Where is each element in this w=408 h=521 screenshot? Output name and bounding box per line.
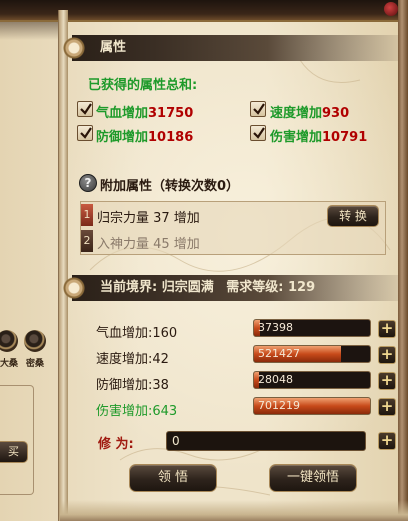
add-cultivation-button[interactable]: + bbox=[378, 432, 396, 450]
orb-label: 密桑 bbox=[26, 359, 45, 369]
add-defense-button[interactable]: + bbox=[378, 372, 396, 390]
summary-defense-label: 防御增加 bbox=[96, 130, 149, 145]
right-frame-edge bbox=[398, 0, 408, 521]
stat-value: 643 bbox=[152, 404, 178, 419]
stat-label: 气血增加: bbox=[96, 326, 153, 341]
parchment-bottom-curl bbox=[60, 500, 408, 521]
summary-hp-label: 气血增加 bbox=[96, 106, 149, 121]
buy-button[interactable]: 买 bbox=[0, 441, 28, 463]
cultivation-field: 0 bbox=[166, 431, 366, 451]
progress-text: 28048 bbox=[258, 373, 293, 386]
speed-checkbox[interactable] bbox=[250, 101, 266, 117]
cultivation-label: 修 为: bbox=[98, 437, 134, 452]
header-ornament-icon bbox=[62, 36, 86, 60]
add-speed-button[interactable]: + bbox=[378, 346, 396, 364]
stat-value: 160 bbox=[152, 326, 178, 341]
stat-value: 38 bbox=[152, 378, 169, 393]
checkmark-icon bbox=[80, 127, 92, 139]
hp-progress-bar: 37398 bbox=[253, 319, 371, 337]
list-item[interactable]: 2 入神力量 45 增加 bbox=[81, 228, 385, 254]
realm-name: 归宗圆满 bbox=[161, 280, 214, 295]
add-hp-button[interactable]: + bbox=[378, 320, 396, 338]
checkmark-icon bbox=[80, 103, 92, 115]
stat-value: 42 bbox=[152, 352, 169, 367]
speed-progress-bar: 521427 bbox=[253, 345, 371, 363]
one-click-comprehend-button[interactable]: 一键领悟 bbox=[269, 464, 357, 492]
convert-button[interactable]: 转 换 bbox=[327, 205, 379, 227]
left-panel-frame bbox=[0, 385, 34, 495]
hp-checkbox[interactable] bbox=[77, 101, 93, 117]
list-item-index: 1 bbox=[81, 204, 93, 226]
damage-checkbox[interactable] bbox=[250, 125, 266, 141]
skill-orb-icon[interactable] bbox=[24, 330, 46, 352]
progress-text: 701219 bbox=[258, 399, 300, 412]
summary-speed: 速度增加930 bbox=[270, 102, 349, 121]
list-item-text: 归宗力量 37 增加 bbox=[97, 211, 200, 226]
level-value: 129 bbox=[288, 280, 316, 295]
realm-label: 当前境界: bbox=[100, 280, 158, 295]
list-item-text: 入神力量 45 增加 bbox=[97, 237, 200, 252]
add-damage-button[interactable]: + bbox=[378, 398, 396, 416]
stat-damage: 伤害增加:643 bbox=[96, 400, 177, 419]
summary-title: 已获得的属性总和: bbox=[88, 78, 198, 93]
realm-header: 当前境界: 归宗圆满 需求等级: 129 bbox=[62, 275, 398, 301]
summary-defense: 防御增加10186 bbox=[96, 126, 193, 145]
ruby-ornament-icon bbox=[384, 2, 398, 16]
realm-info: 当前境界: 归宗圆满 需求等级: 129 bbox=[100, 275, 315, 301]
extra-attributes-title: 附加属性（转换次数0） bbox=[100, 179, 240, 194]
stat-label: 速度增加: bbox=[96, 352, 153, 367]
defense-checkbox[interactable] bbox=[77, 125, 93, 141]
summary-defense-value: 10186 bbox=[148, 130, 194, 145]
stat-defense: 防御增加:38 bbox=[96, 374, 169, 393]
summary-speed-label: 速度增加 bbox=[270, 106, 323, 121]
checkmark-icon bbox=[253, 127, 265, 139]
checkmark-icon bbox=[253, 103, 265, 115]
attributes-title: 属性 bbox=[100, 40, 127, 55]
summary-speed-value: 930 bbox=[322, 106, 350, 121]
summary-hp-value: 31750 bbox=[148, 106, 194, 121]
summary-damage: 伤害增加10791 bbox=[270, 126, 367, 145]
defense-progress-bar: 28048 bbox=[253, 371, 371, 389]
stat-label: 防御增加: bbox=[96, 378, 153, 393]
stat-label: 伤害增加: bbox=[96, 404, 153, 419]
stat-speed: 速度增加:42 bbox=[96, 348, 169, 367]
stat-hp: 气血增加:160 bbox=[96, 322, 177, 341]
scroll-rod bbox=[58, 10, 68, 521]
level-label: 需求等级: bbox=[226, 280, 284, 295]
damage-progress-bar: 701219 bbox=[253, 397, 371, 415]
summary-hp: 气血增加31750 bbox=[96, 102, 193, 121]
help-icon[interactable]: ? bbox=[79, 174, 97, 192]
summary-damage-label: 伤害增加 bbox=[270, 130, 323, 145]
header-ornament-icon bbox=[62, 276, 86, 300]
attributes-header: 属性 bbox=[62, 35, 398, 61]
comprehend-button[interactable]: 领 悟 bbox=[129, 464, 217, 492]
progress-text: 521427 bbox=[258, 347, 300, 360]
progress-text: 37398 bbox=[258, 321, 293, 334]
list-item-index: 2 bbox=[81, 230, 93, 252]
orb-label: 大桑 bbox=[0, 359, 19, 369]
summary-damage-value: 10791 bbox=[322, 130, 368, 145]
